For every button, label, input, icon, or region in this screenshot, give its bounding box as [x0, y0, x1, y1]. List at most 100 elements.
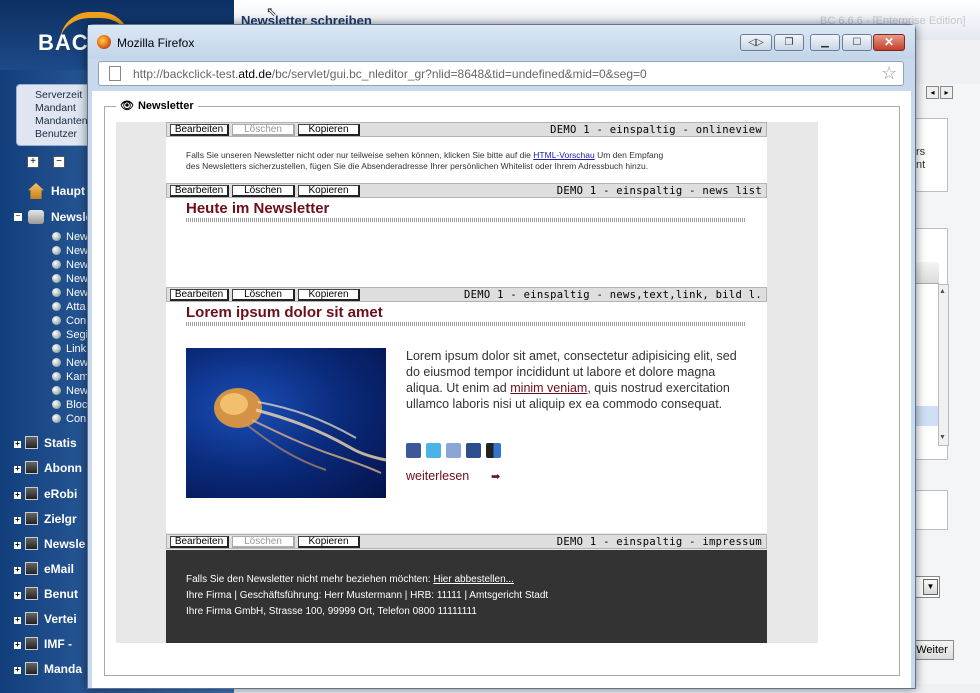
scroll-down-icon[interactable]: ▼	[939, 434, 946, 441]
nav-sub-item[interactable]: New	[52, 272, 88, 286]
imprint-line: Ihre Firma | Geschäftsführung: Herr Must…	[186, 590, 549, 601]
html-preview-link[interactable]: HTML-Vorschau	[533, 150, 594, 160]
onlineview-block[interactable]: Falls Sie unseren Newsletter nicht oder …	[166, 137, 767, 183]
heading-divider	[186, 218, 746, 222]
bullet-icon	[52, 302, 61, 311]
google-icon[interactable]	[446, 443, 461, 458]
bullet-icon	[52, 246, 61, 255]
fieldset-legend: 👁 Newsletter	[116, 99, 198, 112]
delete-button[interactable]: Löschen	[232, 289, 295, 301]
book-icon	[25, 461, 38, 474]
nav-sub-item[interactable]: Link	[52, 342, 86, 356]
expand-icon: +	[14, 590, 21, 599]
weiter-button[interactable]: Weiter	[910, 640, 954, 660]
bullet-icon	[52, 400, 61, 409]
info-line: Benutzer	[35, 128, 78, 140]
url-bar[interactable]: http://backclick-test.atd.de/bc/servlet/…	[98, 61, 904, 86]
nav-sub-item[interactable]: New	[52, 356, 88, 370]
nav-sub-item[interactable]: Atta	[52, 300, 86, 314]
nav-sub-item[interactable]: Con	[52, 314, 86, 328]
minimize-button[interactable]: ▁	[810, 34, 840, 51]
nav-group[interactable]: + Zielgr	[14, 511, 77, 527]
imprint-block[interactable]: Falls Sie den Newsletter nicht mehr bezi…	[166, 550, 767, 643]
heading-divider	[186, 322, 746, 326]
session-info-box: Serverzeit Mandant Mandanten Benutzer	[16, 84, 96, 146]
nav-group[interactable]: + eMail	[14, 561, 74, 577]
nav-group[interactable]: + Benut	[14, 586, 78, 602]
edit-button[interactable]: Bearbeiten	[170, 289, 229, 301]
expand-icon: +	[14, 540, 21, 549]
collapse-icon[interactable]: −	[14, 212, 22, 221]
nav-sub-item[interactable]: Bloc	[52, 398, 87, 412]
window-titlebar[interactable]: Mozilla Firefox ◁▷ ❐ ▁ ☐ ✕	[88, 25, 915, 59]
delete-button[interactable]: Löschen	[232, 185, 295, 197]
info-line: Serverzeit	[35, 89, 83, 101]
edit-button[interactable]: Bearbeiten	[170, 124, 229, 136]
copy-button[interactable]: Kopieren	[298, 185, 360, 197]
nav-sub-item[interactable]: New	[52, 286, 88, 300]
nav-group[interactable]: + IMF -	[14, 636, 72, 652]
block-template-label: DEMO 1 - einspaltig - news list	[556, 185, 762, 197]
bookmark-star-icon[interactable]: ☆	[881, 63, 897, 84]
expand-icon: +	[14, 615, 21, 624]
nav-sub-item[interactable]: New	[52, 384, 88, 398]
article-block[interactable]: Lorem ipsum dolor sit amet Lorem ipsum d…	[166, 302, 767, 533]
myspace-icon[interactable]	[466, 443, 481, 458]
delicious-icon[interactable]	[486, 443, 501, 458]
resize-icon[interactable]: ◁▷	[740, 34, 772, 51]
url-text[interactable]: http://backclick-test.atd.de/bc/servlet/…	[133, 67, 647, 81]
jellyfish-illustration	[214, 388, 386, 474]
nav-group[interactable]: + Vertei	[14, 611, 77, 627]
maximize-button[interactable]: ☐	[842, 34, 872, 51]
unsubscribe-line: Falls Sie den Newsletter nicht mehr bezi…	[186, 574, 514, 585]
edit-button[interactable]: Bearbeiten	[170, 536, 229, 548]
nav-sub-item[interactable]: New	[52, 258, 88, 272]
bullet-icon	[52, 316, 61, 325]
nav-group[interactable]: + Statis	[14, 435, 77, 451]
nav-sub-item[interactable]: New	[52, 230, 88, 244]
eye-icon: 👁	[120, 100, 134, 112]
expand-icon: +	[14, 490, 21, 499]
social-icons	[406, 443, 506, 459]
newslist-block[interactable]: Heute im Newsletter	[166, 198, 767, 288]
bullet-icon	[52, 358, 61, 367]
expand-all-icon[interactable]: +	[27, 156, 39, 168]
right-select[interactable]: ▼	[912, 576, 940, 598]
copy-button[interactable]: Kopieren	[298, 124, 360, 136]
scroll-left-icon[interactable]: ◂	[926, 86, 939, 99]
dropdown-arrow-icon[interactable]: ▼	[923, 579, 938, 595]
nav-sub-item[interactable]: Con	[52, 412, 86, 426]
nav-home[interactable]: Haupt	[51, 184, 85, 198]
scroll-up-icon[interactable]: ▲	[939, 288, 946, 295]
nav-sub-item[interactable]: New	[52, 244, 88, 258]
arrow-right-icon[interactable]: ➡	[491, 470, 500, 483]
list-scrollbar[interactable]	[938, 284, 949, 446]
nav-group[interactable]: + eRobi	[14, 486, 77, 502]
unsubscribe-link[interactable]: Hier abbestellen...	[433, 574, 514, 585]
book-icon	[25, 612, 38, 625]
nav-group[interactable]: + Abonn	[14, 460, 82, 476]
book-icon	[25, 537, 38, 550]
read-more-link[interactable]: weiterlesen	[406, 469, 469, 483]
copy-button[interactable]: Kopieren	[298, 536, 360, 548]
nav-sub-item[interactable]: Kam	[52, 370, 89, 384]
minim-veniam-link[interactable]: minim veniam	[510, 381, 587, 395]
home-icon	[28, 183, 44, 199]
right-input-box[interactable]	[912, 490, 948, 530]
block-template-label: DEMO 1 - einspaltig - news,text,link, bi…	[464, 289, 762, 301]
restore-pages-icon[interactable]: ❐	[774, 34, 804, 51]
book-icon	[25, 487, 38, 500]
twitter-icon[interactable]	[426, 443, 441, 458]
scroll-right-icon[interactable]: ▸	[940, 86, 953, 99]
nav-group[interactable]: + Manda	[14, 661, 82, 677]
collapse-all-icon[interactable]: −	[53, 156, 65, 168]
edit-button[interactable]: Bearbeiten	[170, 185, 229, 197]
nav-sub-item[interactable]: Segi	[52, 328, 88, 342]
nav-group[interactable]: + Newsle	[14, 536, 85, 552]
copy-button[interactable]: Kopieren	[298, 289, 360, 301]
list-selected-row[interactable]	[913, 406, 938, 426]
right-list-panel: ▲ ▼	[912, 228, 949, 460]
close-button[interactable]: ✕	[873, 34, 905, 51]
right-info-text: rs	[916, 146, 926, 158]
facebook-icon[interactable]	[406, 443, 421, 458]
